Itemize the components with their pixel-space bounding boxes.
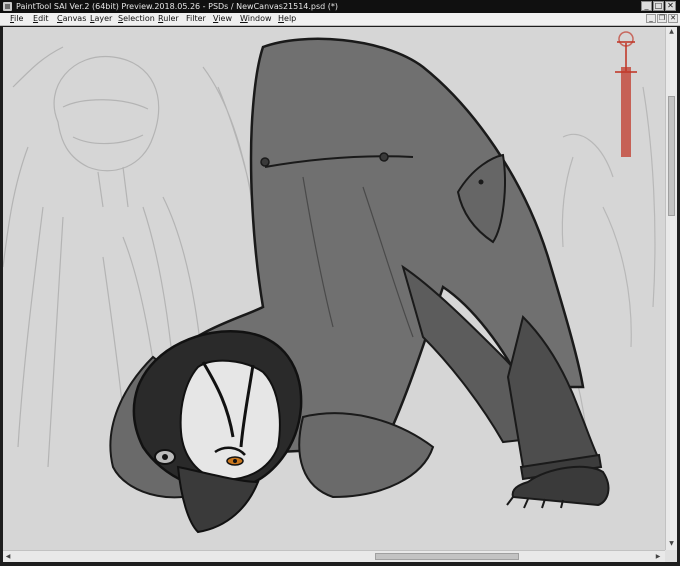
scroll-up-icon[interactable]: ▲ bbox=[666, 27, 677, 37]
menu-file[interactable]: File bbox=[10, 13, 23, 25]
scroll-down-icon[interactable]: ▼ bbox=[666, 539, 677, 549]
document-minimize-button[interactable]: _ bbox=[646, 14, 656, 23]
horizontal-scroll-thumb[interactable] bbox=[375, 553, 519, 560]
scroll-right-icon[interactable]: ▶ bbox=[653, 551, 663, 562]
horizontal-scrollbar[interactable]: ◀ ▶ bbox=[3, 550, 665, 562]
menu-view[interactable]: View bbox=[213, 13, 232, 25]
window-title: PaintTool SAI Ver.2 (64bit) Preview.2018… bbox=[16, 2, 339, 11]
painttool-sai-icon[interactable] bbox=[3, 2, 12, 11]
window-minimize-button[interactable]: _ bbox=[641, 1, 652, 11]
scrollbar-corner bbox=[665, 550, 677, 562]
window-close-button[interactable]: ✕ bbox=[665, 1, 676, 11]
vertical-scrollbar[interactable]: ▲ ▼ bbox=[665, 27, 677, 550]
document-close-button[interactable]: ✕ bbox=[668, 14, 678, 23]
menu-window[interactable]: Window bbox=[240, 13, 272, 25]
window-maximize-button[interactable]: □ bbox=[653, 1, 664, 11]
menu-ruler[interactable]: Ruler bbox=[158, 13, 179, 25]
character-head bbox=[132, 330, 303, 534]
vertical-scroll-thumb[interactable] bbox=[668, 96, 675, 216]
scroll-left-icon[interactable]: ◀ bbox=[3, 551, 13, 562]
artwork bbox=[3, 31, 656, 534]
menu-bar: File Edit Canvas Layer Selection Ruler F… bbox=[0, 13, 680, 26]
drawing-canvas[interactable] bbox=[3, 27, 665, 550]
document-restore-button[interactable]: ❐ bbox=[657, 14, 667, 23]
menu-layer[interactable]: Layer bbox=[90, 13, 112, 25]
title-bar: PaintTool SAI Ver.2 (64bit) Preview.2018… bbox=[0, 0, 680, 13]
menu-help[interactable]: Help bbox=[278, 13, 296, 25]
menu-canvas[interactable]: Canvas bbox=[57, 13, 86, 25]
menu-edit[interactable]: Edit bbox=[33, 13, 49, 25]
red-sketch-figure bbox=[615, 31, 637, 157]
menu-selection[interactable]: Selection bbox=[118, 13, 155, 25]
menu-filter[interactable]: Filter bbox=[186, 13, 206, 25]
